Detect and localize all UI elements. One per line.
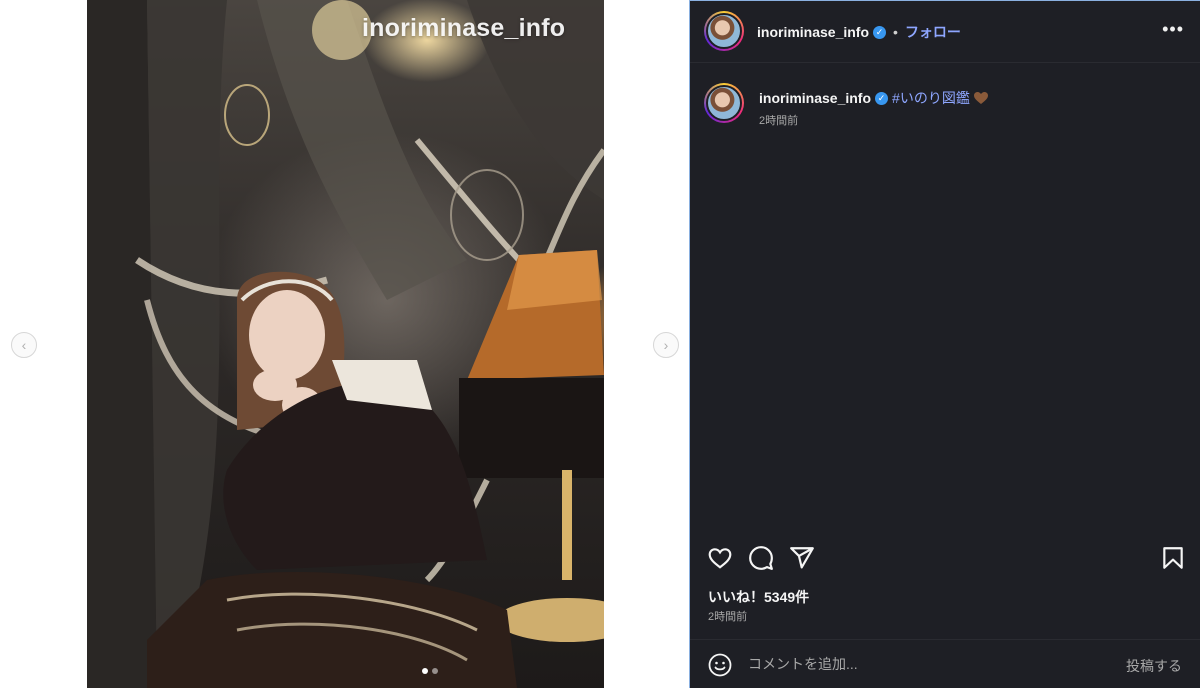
caption-line: inoriminase_info ✓ #いのり図鑑 xyxy=(759,88,988,108)
carousel-next-button[interactable]: › xyxy=(653,332,679,358)
header-title: inoriminase_info ✓ • フォロー xyxy=(757,22,961,42)
follow-button[interactable]: フォロー xyxy=(905,22,961,42)
caption-avatar[interactable] xyxy=(704,83,744,123)
caption-hashtag-link[interactable]: #いのり図鑑 xyxy=(892,88,970,108)
instagram-post-view: inoriminase_info ‹ › inoriminase_info ✓ … xyxy=(0,0,1200,688)
media-area: inoriminase_info ‹ › xyxy=(0,0,689,688)
emoji-smile-icon[interactable] xyxy=(708,653,732,677)
heart-icon[interactable] xyxy=(707,545,733,571)
chevron-left-icon: ‹ xyxy=(21,337,27,353)
action-bar xyxy=(690,541,1200,577)
carousel-dot-active xyxy=(422,668,428,674)
brown-heart-icon xyxy=(973,91,988,104)
carousel-dot xyxy=(432,668,438,674)
more-options-icon[interactable]: ••• xyxy=(1162,19,1184,40)
post-details-panel: inoriminase_info ✓ • フォロー ••• inoriminas… xyxy=(689,0,1200,688)
post-photo[interactable]: inoriminase_info xyxy=(87,0,604,688)
carousel-prev-button[interactable]: ‹ xyxy=(11,332,37,358)
photo-watermark: inoriminase_info xyxy=(362,14,566,42)
header-username[interactable]: inoriminase_info xyxy=(757,24,869,40)
bookmark-icon[interactable] xyxy=(1160,545,1186,571)
avatar[interactable] xyxy=(704,11,744,51)
avatar-image xyxy=(706,13,742,49)
verified-badge-icon: ✓ xyxy=(873,25,887,39)
photo-scene xyxy=(87,0,604,688)
like-count[interactable]: いいね！5349件 xyxy=(708,587,809,607)
caption-timestamp: 2時間前 xyxy=(759,115,799,127)
post-timestamp: 2時間前 xyxy=(708,611,748,623)
comment-bar: 投稿する xyxy=(690,639,1200,688)
avatar-image xyxy=(706,85,742,121)
comment-icon[interactable] xyxy=(748,545,774,571)
post-comment-button[interactable]: 投稿する xyxy=(1126,656,1182,676)
post-header: inoriminase_info ✓ • フォロー ••• xyxy=(690,1,1200,63)
separator: • xyxy=(893,24,898,40)
comment-input[interactable] xyxy=(748,652,1108,676)
verified-badge-icon: ✓ xyxy=(875,91,889,105)
share-icon[interactable] xyxy=(789,545,815,571)
caption-username[interactable]: inoriminase_info xyxy=(759,90,871,106)
chevron-right-icon: › xyxy=(663,337,669,353)
carousel-dots xyxy=(422,668,438,674)
